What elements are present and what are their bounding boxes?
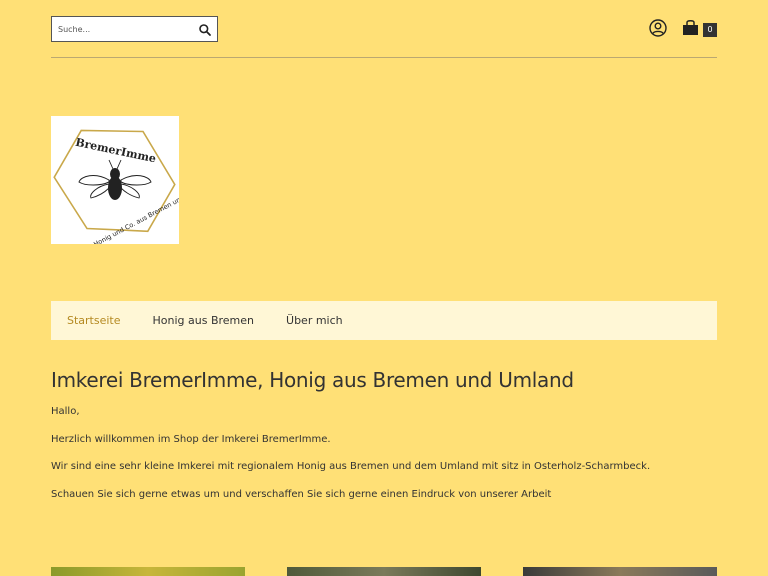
site-logo[interactable]: BremerImme Honig und Co. aus Bremen und … (51, 116, 204, 248)
about-text: Wir sind eine sehr kleine Imkerei mit re… (51, 461, 651, 472)
nav-item-ueber-mich[interactable]: Über mich (286, 314, 343, 327)
header-divider (51, 57, 717, 58)
main-content: Imkerei BremerImme, Honig aus Bremen und… (51, 368, 717, 516)
main-navigation: Startseite Honig aus Bremen Über mich (51, 301, 717, 340)
invite-text: Schauen Sie sich gerne etwas um und vers… (51, 488, 552, 500)
nav-item-startseite[interactable]: Startseite (67, 314, 121, 327)
user-account-icon[interactable] (649, 19, 667, 37)
greeting-text: Hallo, (51, 406, 80, 417)
logo-tagline: Honig und Co. aus Bremen und Umzu (92, 184, 179, 244)
search-box (51, 16, 218, 42)
page-title: Imkerei BremerImme, Honig aus Bremen und… (51, 368, 574, 392)
teaser-images (0, 567, 768, 576)
teaser-image-hives[interactable] (287, 567, 481, 576)
cart-count-badge: 0 (703, 23, 717, 37)
search-input[interactable] (52, 17, 192, 41)
header-bar: 0 (51, 16, 717, 42)
welcome-text: Herzlich willkommen im Shop der Imkerei … (51, 433, 331, 445)
shopping-bag-icon[interactable] (682, 19, 699, 36)
bee-icon (78, 159, 152, 200)
search-icon[interactable] (198, 22, 212, 36)
teaser-image-flowers[interactable] (51, 567, 245, 576)
nav-item-honig-aus-bremen[interactable]: Honig aus Bremen (153, 314, 255, 327)
logo-title: BremerImme (74, 136, 157, 166)
teaser-image-honeycomb[interactable] (523, 567, 717, 576)
